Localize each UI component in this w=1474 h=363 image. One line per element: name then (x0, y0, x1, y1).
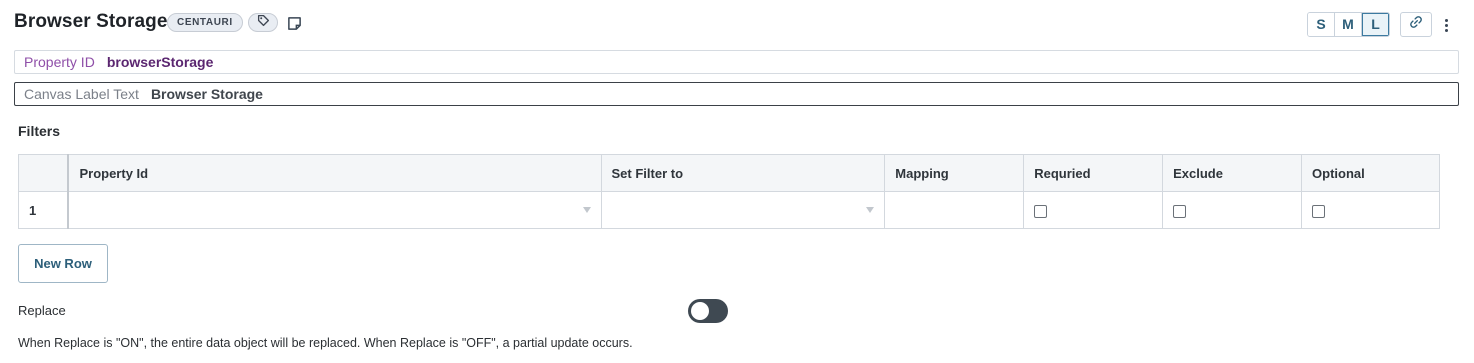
column-header-property-id: Property Id (67, 154, 602, 192)
column-header-required: Requried (1023, 154, 1164, 192)
filters-table: Property Id Set Filter to Mapping Requri… (18, 154, 1440, 229)
mapping-input[interactable] (884, 191, 1025, 229)
exclude-checkbox[interactable] (1173, 204, 1187, 218)
replace-label: Replace (18, 303, 66, 318)
page-title: Browser Storage (14, 11, 168, 32)
required-cell (1023, 191, 1164, 229)
property-id-label: Property ID (24, 54, 95, 70)
column-header-set-filter-to: Set Filter to (600, 154, 886, 192)
property-id-field[interactable]: Property ID browserStorage (14, 50, 1459, 74)
required-checkbox[interactable] (1034, 204, 1048, 218)
property-id-select[interactable] (67, 191, 602, 229)
exclude-cell (1162, 191, 1303, 229)
optional-cell (1301, 191, 1440, 229)
canvas-label-field[interactable]: Canvas Label Text Browser Storage (14, 82, 1459, 106)
canvas-label-label: Canvas Label Text (24, 86, 139, 102)
chevron-down-icon (866, 207, 875, 213)
size-l-button[interactable]: L (1362, 13, 1389, 36)
centauri-badge: CENTAURI (167, 13, 243, 32)
canvas-label-value: Browser Storage (150, 86, 263, 102)
replace-help-text: When Replace is "ON", the entire data ob… (18, 336, 633, 350)
table-header-row: Property Id Set Filter to Mapping Requri… (18, 154, 1440, 192)
filters-title: Filters (18, 123, 61, 139)
new-row-button[interactable]: New Row (18, 244, 108, 283)
size-m-button[interactable]: M (1335, 13, 1362, 36)
row-number-header (18, 154, 70, 192)
row-number: 1 (18, 191, 70, 229)
chevron-down-icon (582, 207, 591, 213)
note-icon[interactable] (285, 14, 303, 32)
column-header-optional: Optional (1301, 154, 1440, 192)
tag-icon (257, 14, 270, 32)
link-icon (1409, 15, 1423, 34)
property-id-value: browserStorage (106, 54, 214, 70)
toggle-knob (691, 302, 709, 320)
set-filter-to-select[interactable] (600, 191, 886, 229)
column-header-mapping: Mapping (884, 154, 1025, 192)
column-header-exclude: Exclude (1162, 154, 1303, 192)
link-button[interactable] (1400, 12, 1432, 37)
tag-button[interactable] (248, 13, 278, 32)
optional-checkbox[interactable] (1312, 204, 1326, 218)
size-s-button[interactable]: S (1308, 13, 1335, 36)
size-toggle-group: S M L (1307, 12, 1390, 37)
more-vertical-icon[interactable] (1440, 14, 1452, 36)
page-header: Browser Storage CENTAURI S M L (14, 10, 1464, 37)
table-row: 1 (18, 191, 1440, 229)
replace-toggle[interactable] (688, 299, 728, 323)
